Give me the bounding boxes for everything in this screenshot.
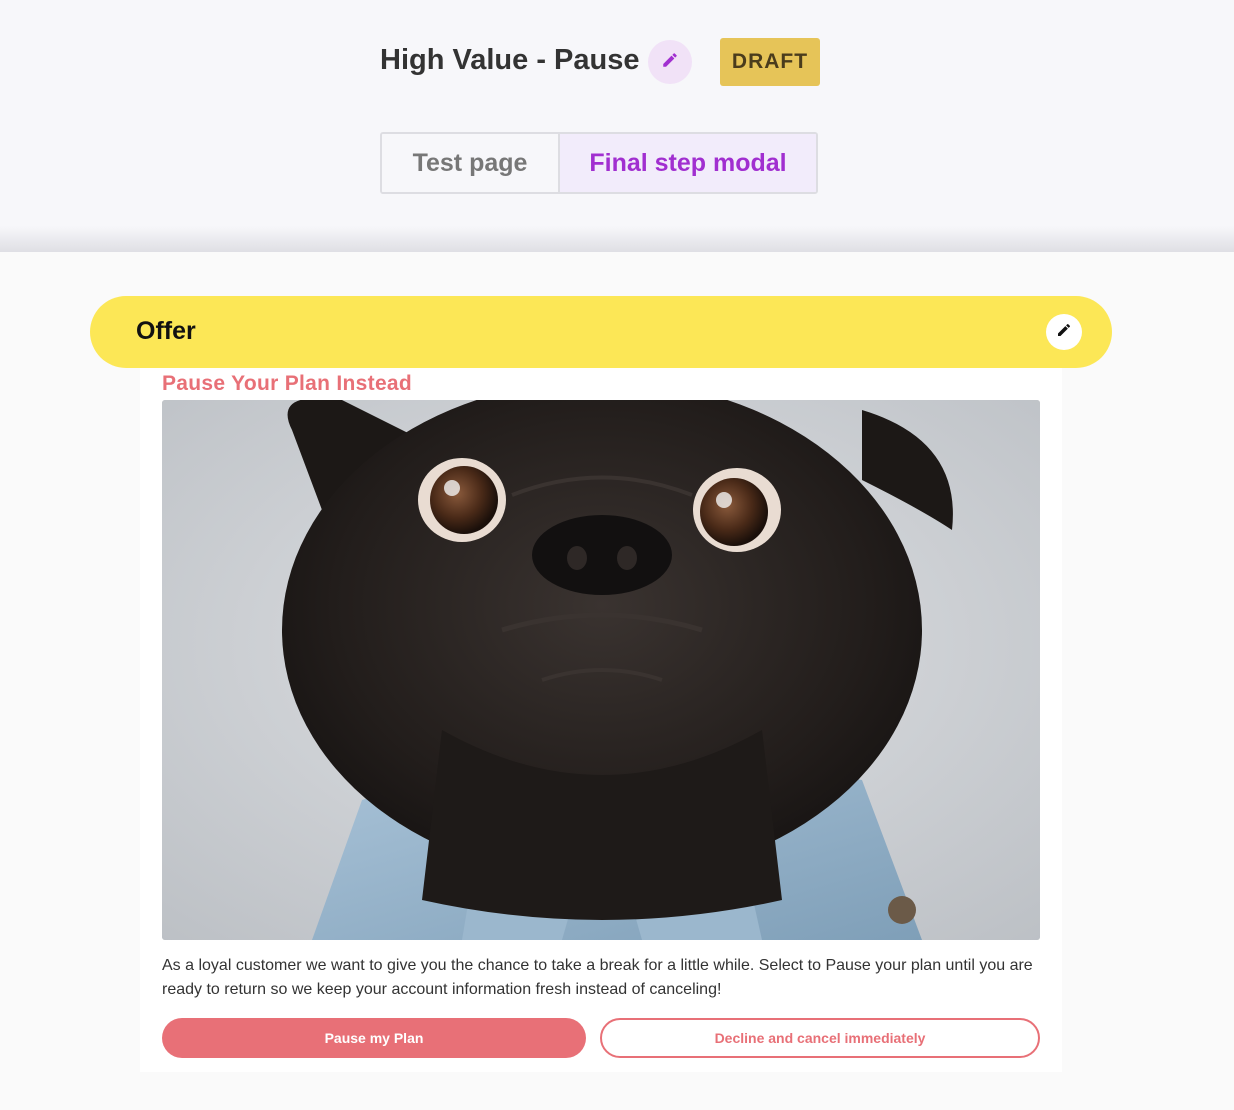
pug-photo	[162, 400, 1040, 940]
header-divider	[0, 226, 1234, 252]
pencil-icon	[661, 51, 679, 74]
pencil-icon	[1056, 322, 1072, 343]
offer-description: As a loyal customer we want to give you …	[162, 957, 1033, 998]
offer-section-bar: Offer	[90, 296, 1112, 368]
tab-final-step-modal[interactable]: Final step modal	[560, 134, 816, 192]
offer-heading: Pause Your Plan Instead	[162, 372, 413, 395]
edit-title-button[interactable]	[648, 40, 692, 84]
tab-bar: Test page Final step modal	[380, 132, 818, 194]
editor-content: Offer Pause Your Plan Instead As a loyal…	[0, 252, 1234, 1110]
decline-cancel-button[interactable]: Decline and cancel immediately	[600, 1018, 1040, 1058]
edit-offer-button[interactable]	[1046, 314, 1082, 350]
header: High Value - Pause DRAFT Test page Final…	[0, 0, 1234, 252]
page-title: High Value - Pause	[380, 44, 640, 76]
tab-test-page[interactable]: Test page	[382, 134, 560, 192]
offer-section-label: Offer	[136, 317, 196, 345]
offer-card: Pause Your Plan Instead As a loyal custo…	[140, 368, 1062, 1072]
title-row: High Value - Pause DRAFT	[0, 38, 1234, 86]
pause-plan-button[interactable]: Pause my Plan	[162, 1018, 586, 1058]
status-badge: DRAFT	[720, 38, 820, 86]
